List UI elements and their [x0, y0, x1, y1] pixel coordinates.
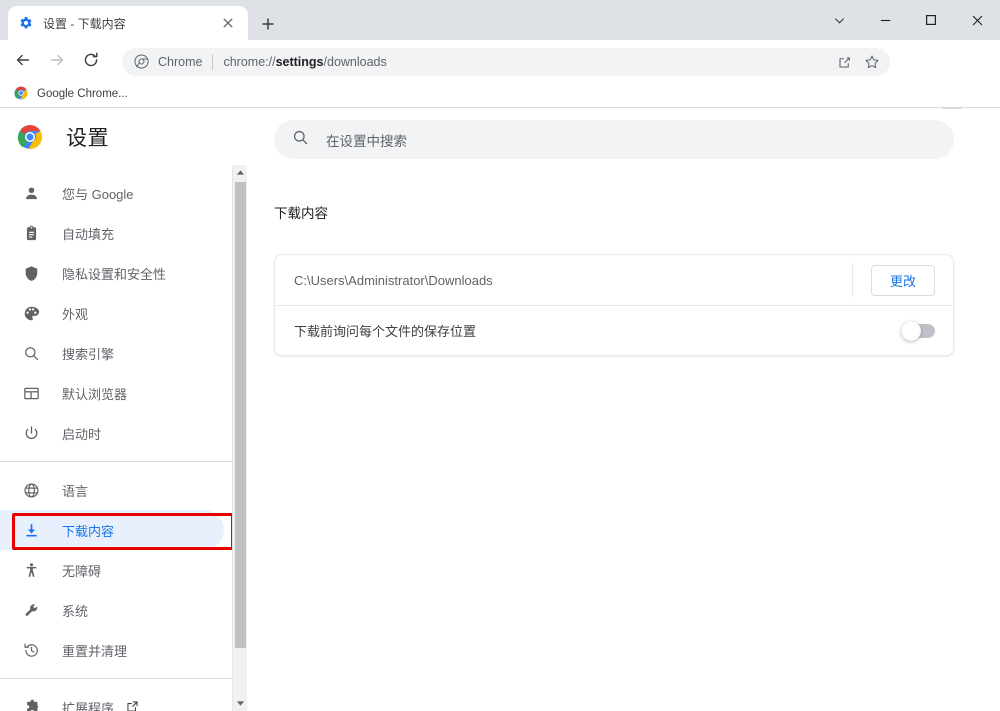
globe-icon	[21, 480, 41, 500]
bookmark-star-icon[interactable]	[858, 48, 886, 76]
sidebar-item-label: 您与 Google	[62, 186, 134, 202]
ask-where-to-save-toggle[interactable]	[901, 320, 935, 341]
ask-where-to-save-row[interactable]: 下载前询问每个文件的保存位置	[275, 305, 953, 355]
sidebar-item-on-startup[interactable]: 启动时	[0, 413, 224, 453]
bookmark-label: Google Chrome...	[37, 87, 128, 100]
person-icon	[21, 183, 41, 203]
sidebar-item-default-browser[interactable]: 默认浏览器	[0, 373, 224, 413]
minimize-icon[interactable]	[862, 0, 908, 40]
search-input[interactable]: 在设置中搜索	[326, 130, 407, 150]
toggle-knob	[901, 320, 921, 341]
download-path-value: C:\Users\Administrator\Downloads	[294, 272, 493, 288]
scroll-up-arrow-icon[interactable]	[233, 165, 248, 180]
sidebar-item-downloads[interactable]: 下载内容	[0, 510, 224, 550]
bookmark-item[interactable]: Google Chrome...	[6, 83, 136, 105]
sidebar-item-label: 隐私设置和安全性	[62, 266, 167, 282]
scroll-down-arrow-icon[interactable]	[233, 696, 248, 711]
page-title: 设置	[66, 127, 109, 150]
sidebar-item-appearance[interactable]: 外观	[0, 293, 224, 333]
sidebar-item-label: 语言	[62, 483, 89, 499]
settings-page: 设置 在设置中搜索 您与 Google 自动填充 隐私设置和安全性 外观 搜索引…	[0, 109, 1000, 711]
sidebar-item-label: 自动填充	[62, 226, 115, 242]
row-divider	[852, 263, 853, 297]
reload-icon[interactable]	[77, 46, 105, 74]
sidebar-item-reset-cleanup[interactable]: 重置并清理	[0, 630, 224, 670]
close-icon[interactable]	[218, 13, 238, 33]
download-icon	[21, 520, 41, 540]
download-location-row: C:\Users\Administrator\Downloads 更改	[275, 255, 953, 305]
search-settings-box[interactable]: 在设置中搜索	[274, 120, 954, 159]
wrench-icon	[21, 600, 41, 620]
url-emphasis: settings	[275, 55, 324, 69]
ask-where-to-save-label: 下载前询问每个文件的保存位置	[294, 324, 477, 339]
sidebar-item-privacy-security[interactable]: 隐私设置和安全性	[0, 253, 224, 293]
url-prefix: chrome://	[223, 55, 276, 69]
external-link-icon	[126, 700, 140, 711]
sidebar-item-label: 系统	[62, 603, 89, 619]
section-heading: 下载内容	[274, 206, 328, 221]
puzzle-icon	[21, 697, 41, 711]
window-controls	[816, 0, 1000, 40]
search-icon	[21, 343, 41, 363]
new-tab-button[interactable]	[255, 11, 281, 37]
power-icon	[21, 423, 41, 443]
sidebar-item-label: 扩展程序	[62, 700, 115, 711]
sidebar-item-label: 默认浏览器	[62, 386, 128, 402]
sidebar-item-label: 下载内容	[62, 523, 115, 539]
sidebar-item-label: 重置并清理	[62, 643, 128, 659]
gear-icon	[18, 15, 34, 31]
settings-header: 设置 在设置中搜索	[0, 109, 1000, 165]
browser-toolbar: Chrome chrome://settings/downloads	[0, 40, 1000, 113]
settings-main-content: 下载内容 C:\Users\Administrator\Downloads 更改…	[248, 165, 1000, 711]
url-suffix: /downloads	[323, 55, 387, 69]
chrome-logo	[17, 124, 43, 150]
sidebar-item-you-and-google[interactable]: 您与 Google	[0, 173, 224, 213]
address-bar[interactable]: Chrome chrome://settings/downloads	[122, 48, 890, 76]
bookmarks-bar: Google Chrome...	[0, 80, 1000, 108]
sidebar-item-label: 搜索引擎	[62, 346, 115, 362]
sidebar-item-search-engine[interactable]: 搜索引擎	[0, 333, 224, 373]
downloads-settings-card: C:\Users\Administrator\Downloads 更改 下载前询…	[274, 254, 954, 356]
sidebar-item-label: 外观	[62, 306, 89, 322]
maximize-icon[interactable]	[908, 0, 954, 40]
forward-arrow-icon[interactable]	[43, 46, 71, 74]
omnibox-actions	[830, 48, 886, 76]
chrome-icon	[14, 86, 30, 102]
settings-sidebar: 您与 Google 自动填充 隐私设置和安全性 外观 搜索引擎 默认浏览器 启动…	[0, 165, 232, 711]
sidebar-scrollbar[interactable]	[232, 165, 247, 711]
omnibox-separator	[212, 54, 214, 70]
history-restore-icon	[21, 640, 41, 660]
shield-icon	[21, 263, 41, 283]
close-icon[interactable]	[954, 0, 1000, 40]
change-location-button[interactable]: 更改	[871, 264, 935, 296]
sidebar-item-label: 启动时	[62, 426, 102, 442]
back-arrow-icon[interactable]	[9, 46, 37, 74]
sidebar-group-advanced: 语言 下载内容 无障碍 系统 重置并清理	[0, 462, 232, 670]
sidebar-item-extensions[interactable]: 扩展程序	[0, 687, 224, 711]
sidebar-item-languages[interactable]: 语言	[0, 470, 224, 510]
chevron-down-icon[interactable]	[816, 0, 862, 40]
sidebar-group-primary: 您与 Google 自动填充 隐私设置和安全性 外观 搜索引擎 默认浏览器 启动…	[0, 165, 232, 453]
scrollbar-thumb[interactable]	[235, 182, 246, 648]
accessibility-icon	[21, 560, 41, 580]
search-icon	[292, 129, 309, 151]
palette-icon	[21, 303, 41, 323]
sidebar-item-autofill[interactable]: 自动填充	[0, 213, 224, 253]
tab-title: 设置 - 下载内容	[43, 16, 126, 31]
sidebar-item-accessibility[interactable]: 无障碍	[0, 550, 224, 590]
sidebar-group-extensions: 扩展程序	[0, 679, 232, 711]
clipboard-icon	[21, 223, 41, 243]
tab-strip: 设置 - 下载内容	[0, 0, 1000, 40]
omnibox-url: chrome://settings/downloads	[223, 55, 386, 69]
chrome-icon	[134, 54, 150, 70]
sidebar-item-label: 无障碍	[62, 563, 102, 579]
sidebar-item-system[interactable]: 系统	[0, 590, 224, 630]
browser-tab[interactable]: 设置 - 下载内容	[8, 6, 248, 40]
share-icon[interactable]	[830, 48, 858, 76]
browser-window-icon	[21, 383, 41, 403]
omnibox-scheme-label: Chrome	[158, 55, 203, 69]
